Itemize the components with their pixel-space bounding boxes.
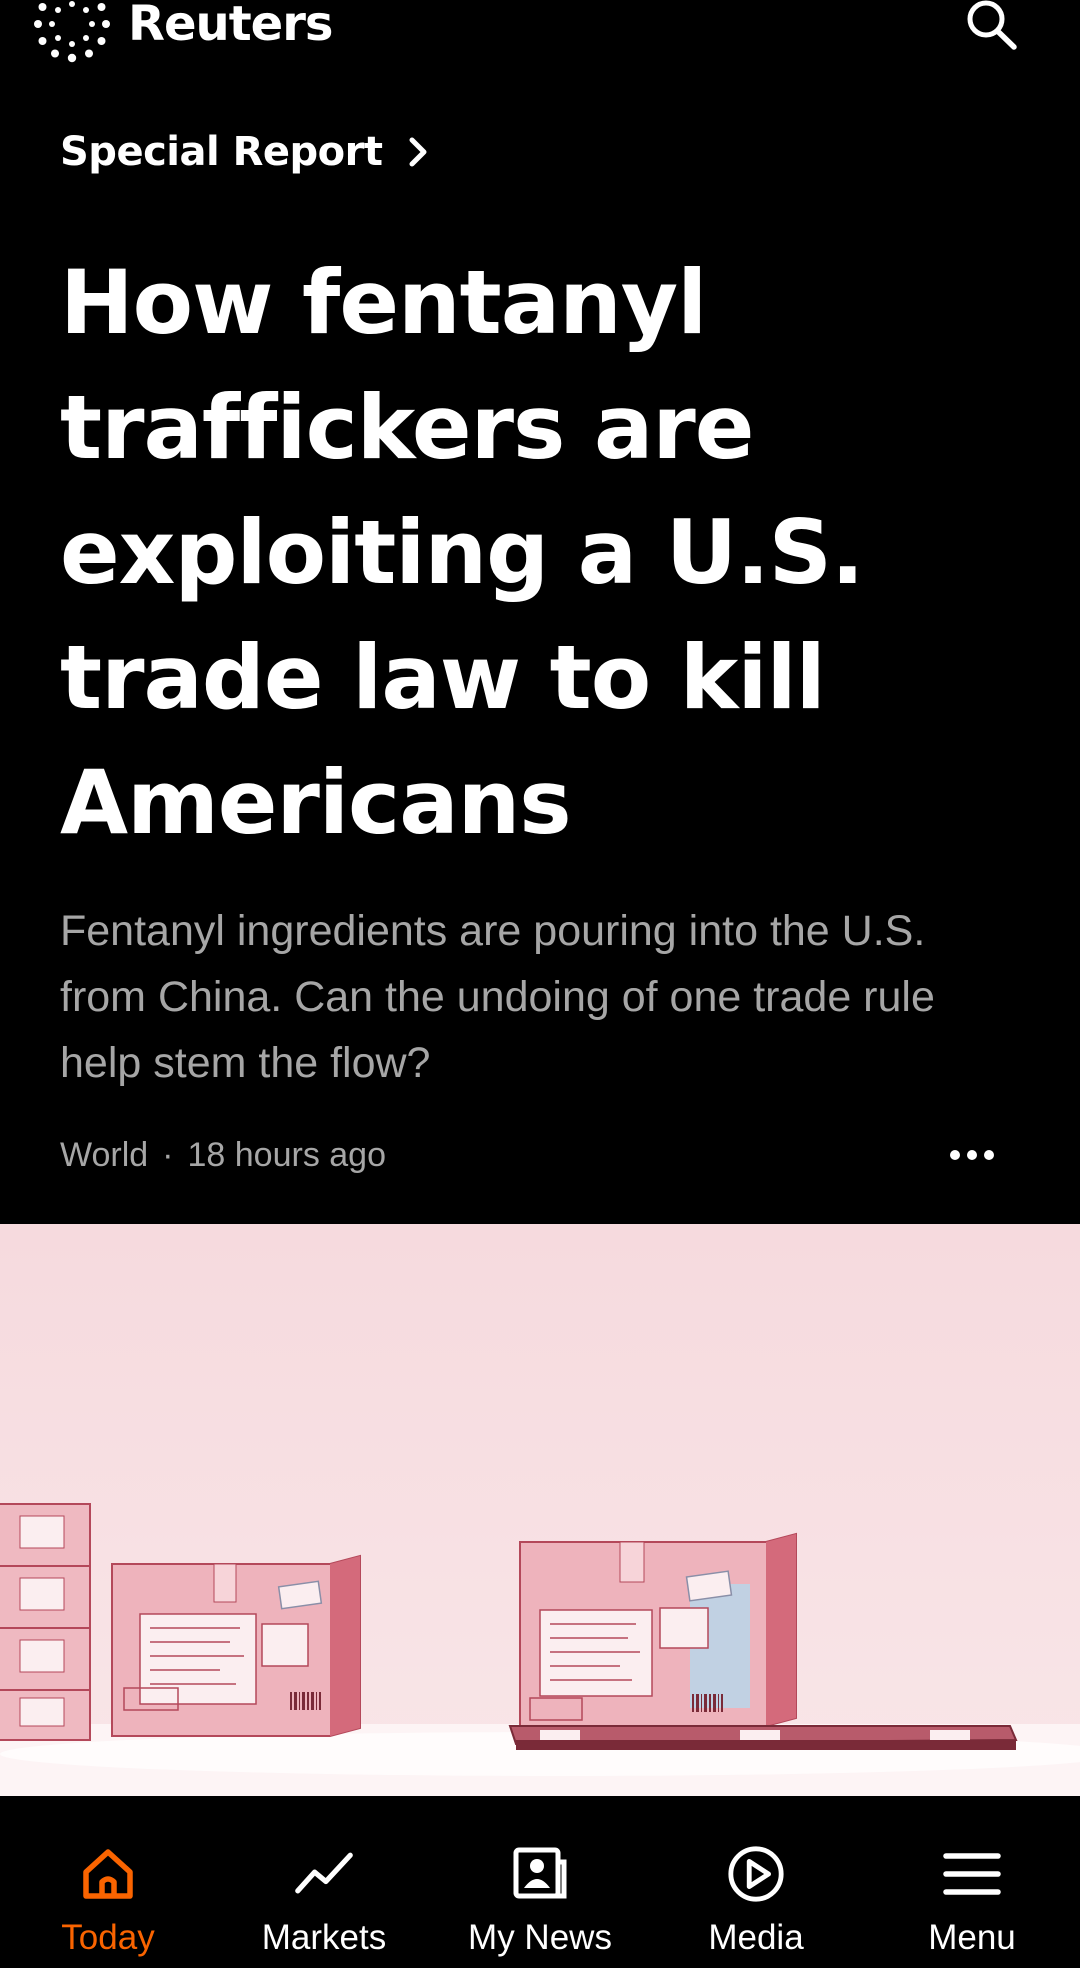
home-icon — [78, 1844, 138, 1904]
more-options-button[interactable] — [940, 1130, 1004, 1180]
article-summary: Fentanyl ingredients are pouring into th… — [60, 907, 935, 1087]
reuters-dotted-circle-logo-icon — [34, 1, 110, 63]
trend-line-icon — [294, 1844, 354, 1904]
nav-markets[interactable]: Markets — [216, 1796, 432, 1968]
nav-label-today: Today — [61, 1918, 155, 1957]
top-app-bar: Reuters — [0, 0, 1080, 80]
reuters-logo[interactable]: Reuters — [30, 0, 333, 63]
article-headline[interactable]: How fentanyl traffickers are exploiting … — [60, 240, 1020, 865]
bottom-navigation: Today Markets My News Media Menu — [0, 1796, 1080, 1968]
meta-separator: · — [162, 1135, 174, 1174]
search-button[interactable] — [958, 0, 1024, 56]
more-horizontal-icon — [950, 1150, 994, 1160]
section-label[interactable]: World — [60, 1136, 148, 1175]
nav-my-news[interactable]: My News — [432, 1796, 648, 1968]
hero-image[interactable] — [0, 1224, 1080, 1796]
timestamp: 18 hours ago — [187, 1135, 387, 1174]
hamburger-menu-icon — [942, 1844, 1002, 1904]
article-meta: World · 18 hours ago — [60, 1130, 386, 1180]
search-icon — [967, 0, 1017, 50]
nav-menu[interactable]: Menu — [864, 1796, 1080, 1968]
nav-label-media: Media — [708, 1918, 804, 1957]
nav-label-markets: Markets — [261, 1918, 387, 1957]
my-news-icon — [510, 1844, 570, 1904]
brand-name: Reuters — [128, 0, 333, 52]
nav-label-my-news: My News — [468, 1918, 612, 1957]
shipping-boxes-illustration-icon — [0, 1224, 1080, 1796]
play-circle-icon — [726, 1844, 786, 1904]
chevron-right-icon — [407, 136, 431, 168]
nav-media[interactable]: Media — [648, 1796, 864, 1968]
kicker-label: Special Report — [60, 129, 383, 175]
special-report-link[interactable]: Special Report — [60, 124, 431, 180]
nav-label-menu: Menu — [928, 1918, 1016, 1957]
nav-today[interactable]: Today — [0, 1796, 216, 1968]
